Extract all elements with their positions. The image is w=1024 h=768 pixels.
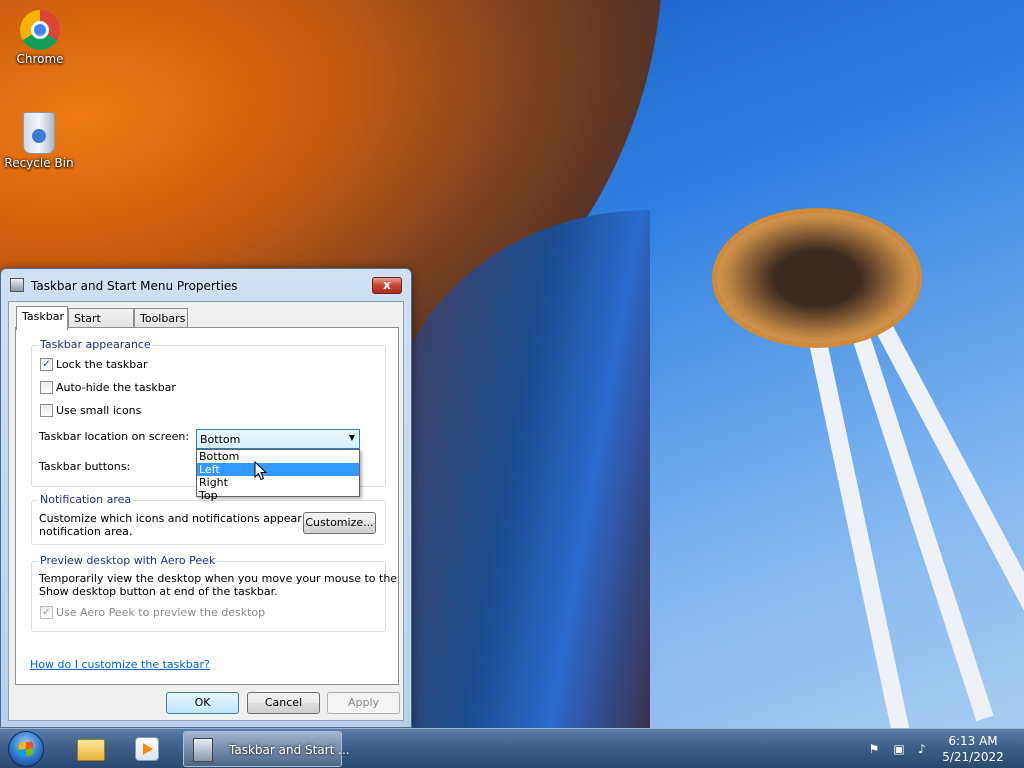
notification-text-line1: Customize which icons and notifications …: [39, 512, 337, 525]
location-option-top[interactable]: Top: [197, 489, 359, 502]
chrome-icon: [20, 10, 60, 50]
desktop-icon-recycle-bin[interactable]: Recycle Bin: [1, 112, 77, 170]
dialog-title: Taskbar and Start Menu Properties: [31, 279, 238, 293]
task-label: Taskbar and Start ...: [229, 743, 350, 757]
taskbar-pin-media-player[interactable]: [122, 733, 172, 765]
tab-start-menu[interactable]: Start Menu: [68, 308, 134, 344]
desktop-icon-label: Recycle Bin: [4, 156, 74, 170]
location-option-left[interactable]: Left: [197, 463, 359, 476]
dialog-titlebar[interactable]: Taskbar and Start Menu Properties x: [1, 269, 411, 301]
taskbar-buttons-label: Taskbar buttons:: [39, 460, 131, 473]
network-icon[interactable]: ▣: [891, 741, 907, 757]
clock-time: 6:13 AM: [948, 734, 998, 748]
tab-toolbars[interactable]: Toolbars: [134, 308, 188, 328]
group-title: Preview desktop with Aero Peek: [38, 554, 218, 567]
volume-icon[interactable]: ♪: [914, 741, 930, 757]
location-dropdown-list: Bottom Left Right Top: [196, 449, 360, 502]
desktop-icon-label: Chrome: [16, 52, 64, 66]
dialog-client: Taskbar Start Menu Toolbars Taskbar appe…: [8, 301, 404, 721]
lock-taskbar-checkbox[interactable]: ✓: [40, 358, 53, 371]
group-aero-peek: Preview desktop with Aero Peek Temporari…: [31, 554, 397, 632]
folder-icon: [77, 739, 105, 761]
auto-hide-label: Auto-hide the taskbar: [56, 381, 176, 394]
cancel-button[interactable]: Cancel: [247, 692, 320, 714]
action-center-flag-icon[interactable]: ⚑: [866, 741, 882, 757]
aero-peek-label: Use Aero Peek to preview the desktop: [56, 606, 266, 619]
close-icon: x: [383, 278, 391, 292]
start-button[interactable]: [8, 731, 44, 767]
group-title: Taskbar appearance: [38, 338, 153, 351]
taskbar-properties-icon: [193, 738, 213, 762]
desktop-icon-chrome[interactable]: Chrome: [2, 10, 78, 66]
help-link[interactable]: How do I customize the taskbar?: [30, 658, 210, 671]
tab-panel-taskbar: Taskbar appearance ✓ Lock the taskbar Au…: [15, 327, 399, 685]
system-clock[interactable]: 6:13 AM 5/21/2022: [930, 733, 1016, 765]
taskbar-properties-dialog: Taskbar and Start Menu Properties x Task…: [0, 268, 412, 728]
ok-button[interactable]: OK: [166, 692, 239, 714]
mouse-cursor-icon: [254, 461, 268, 481]
close-button[interactable]: x: [372, 277, 402, 294]
taskbar-pin-explorer[interactable]: [64, 733, 114, 765]
windows-logo-icon: [19, 741, 33, 757]
location-label: Taskbar location on screen:: [39, 430, 190, 443]
location-option-bottom[interactable]: Bottom: [197, 450, 359, 463]
media-player-icon: [135, 737, 159, 761]
group-notification-area: Notification area Customize which icons …: [31, 493, 386, 545]
aero-peek-text-line1: Temporarily view the desktop when you mo…: [39, 572, 398, 585]
wallpaper-needle-top: [712, 208, 922, 348]
taskbar: Taskbar and Start ... ⚑ ▣ ♪ 6:13 AM 5/21…: [0, 728, 1024, 768]
recycle-bin-icon: [23, 112, 55, 154]
customize-button[interactable]: Customize...: [303, 512, 376, 534]
location-option-right[interactable]: Right: [197, 476, 359, 489]
location-dropdown[interactable]: Bottom ▼: [196, 429, 360, 449]
small-icons-label: Use small icons: [56, 404, 142, 417]
taskbar-properties-icon: [10, 278, 24, 292]
apply-button[interactable]: Apply: [327, 692, 400, 714]
location-selected-value: Bottom: [200, 433, 241, 446]
notification-text-line2: notification area.: [39, 525, 133, 538]
aero-peek-checkbox[interactable]: ✓: [40, 606, 53, 619]
small-icons-checkbox[interactable]: [40, 404, 53, 417]
chevron-down-icon: ▼: [348, 433, 355, 442]
taskbar-task-properties[interactable]: Taskbar and Start ...: [183, 731, 350, 767]
aero-peek-text-line2: Show desktop button at end of the taskba…: [39, 585, 278, 598]
tab-taskbar[interactable]: Taskbar: [16, 306, 68, 330]
lock-taskbar-label: Lock the taskbar: [56, 358, 148, 371]
clock-date: 5/21/2022: [942, 750, 1004, 764]
group-title: Notification area: [38, 493, 134, 506]
auto-hide-checkbox[interactable]: [40, 381, 53, 394]
